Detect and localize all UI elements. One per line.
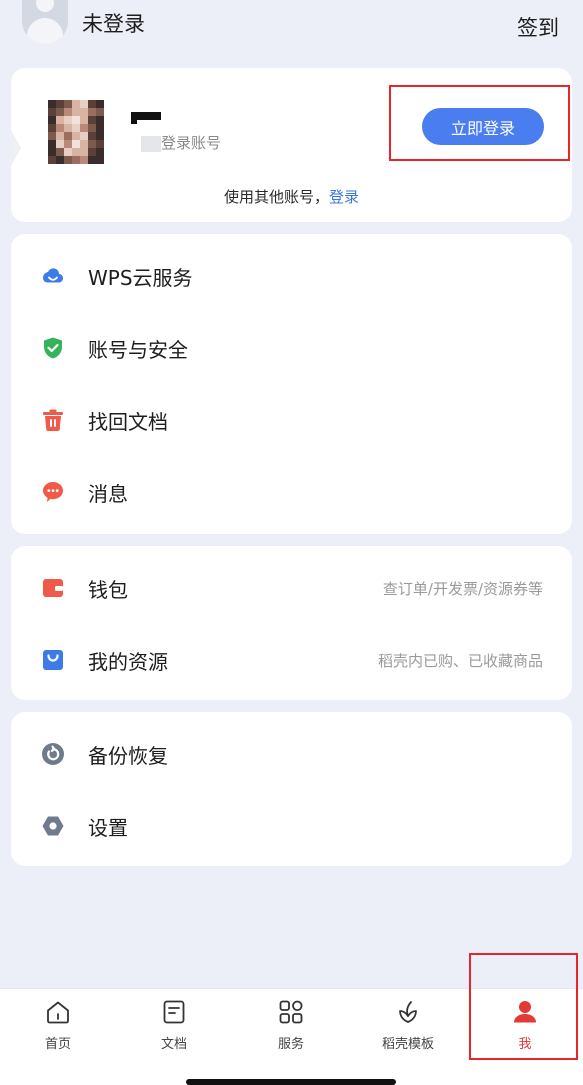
nav-label: 首页 <box>44 1037 71 1052</box>
nav-tab-docer-templates[interactable]: 稻壳模板 <box>350 989 466 1069</box>
user-icon <box>514 1001 536 1023</box>
menu-card-wallet: 钱包 查订单/开发票/资源券等 我的资源 稻壳内已购、已收藏商品 <box>11 546 572 700</box>
nav-label: 服务 <box>277 1037 304 1052</box>
menu-item-backup-restore[interactable]: 备份恢复 <box>11 724 572 784</box>
leaf-icon <box>399 1001 417 1023</box>
login-status-title: 未登录 <box>82 12 145 36</box>
menu-item-my-resources[interactable]: 我的资源 稻壳内已购、已收藏商品 <box>11 630 572 690</box>
top-bar: 未登录 签到 <box>0 0 583 50</box>
menu-label: 账号与安全 <box>88 338 188 362</box>
menu-label: WPS云服务 <box>88 266 193 290</box>
menu-hint: 查订单/开发票/资源券等 <box>382 580 543 598</box>
chat-bubble-icon <box>43 482 63 502</box>
settings-icon <box>42 816 64 836</box>
nav-label: 我 <box>518 1037 532 1052</box>
avatar-placeholder-icon[interactable] <box>22 0 68 44</box>
menu-label: 找回文档 <box>88 410 168 434</box>
switch-account-arrow-icon <box>11 130 21 166</box>
home-icon <box>47 1001 69 1024</box>
sign-in-checkin-button[interactable]: 签到 <box>517 12 559 42</box>
apps-grid-icon <box>279 1000 303 1024</box>
menu-item-account-security[interactable]: 账号与安全 <box>11 318 572 378</box>
menu-card-services: WPS云服务 账号与安全 找回文档 消息 <box>11 234 572 534</box>
wallet-icon <box>43 579 63 597</box>
menu-label: 备份恢复 <box>88 744 168 768</box>
login-card: 登录账号 立即登录 使用其他账号，登录 <box>11 68 572 222</box>
document-icon <box>163 1000 185 1024</box>
login-now-button[interactable]: 立即登录 <box>422 108 544 145</box>
menu-label: 钱包 <box>88 578 128 602</box>
nav-tab-services[interactable]: 服务 <box>233 989 349 1069</box>
nav-tab-me[interactable]: 我 <box>467 989 583 1069</box>
menu-item-settings[interactable]: 设置 <box>11 796 572 856</box>
shield-check-icon <box>44 337 62 359</box>
menu-card-system: 备份恢复 设置 <box>11 712 572 866</box>
home-indicator <box>186 1079 396 1085</box>
menu-item-wps-cloud[interactable]: WPS云服务 <box>11 246 572 306</box>
other-account-line: 使用其他账号，登录 <box>11 186 572 207</box>
menu-label: 我的资源 <box>88 650 168 674</box>
blurred-account-icon <box>141 136 161 152</box>
menu-item-messages[interactable]: 消息 <box>11 462 572 522</box>
other-account-text: 使用其他账号， <box>223 188 329 206</box>
backup-icon <box>42 743 64 765</box>
other-account-login-link[interactable]: 登录 <box>329 188 359 206</box>
login-account-text: 登录账号 <box>161 134 222 152</box>
menu-hint: 稻壳内已购、已收藏商品 <box>377 652 543 670</box>
user-avatar <box>48 100 104 164</box>
menu-item-recover-docs[interactable]: 找回文档 <box>11 390 572 450</box>
menu-label: 消息 <box>88 482 128 506</box>
menu-label: 设置 <box>88 816 128 840</box>
nav-label: 稻壳模板 <box>381 1037 434 1052</box>
bottom-navigation: 首页 文档 服务 稻壳模板 我 <box>0 988 583 1085</box>
nav-label: 文档 <box>160 1037 187 1052</box>
nav-tab-home[interactable]: 首页 <box>0 989 116 1069</box>
bag-icon <box>43 650 63 670</box>
nav-tab-documents[interactable]: 文档 <box>116 989 232 1069</box>
menu-item-wallet[interactable]: 钱包 查订单/开发票/资源券等 <box>11 558 572 618</box>
cloud-icon <box>43 268 63 283</box>
trash-icon <box>43 409 63 431</box>
